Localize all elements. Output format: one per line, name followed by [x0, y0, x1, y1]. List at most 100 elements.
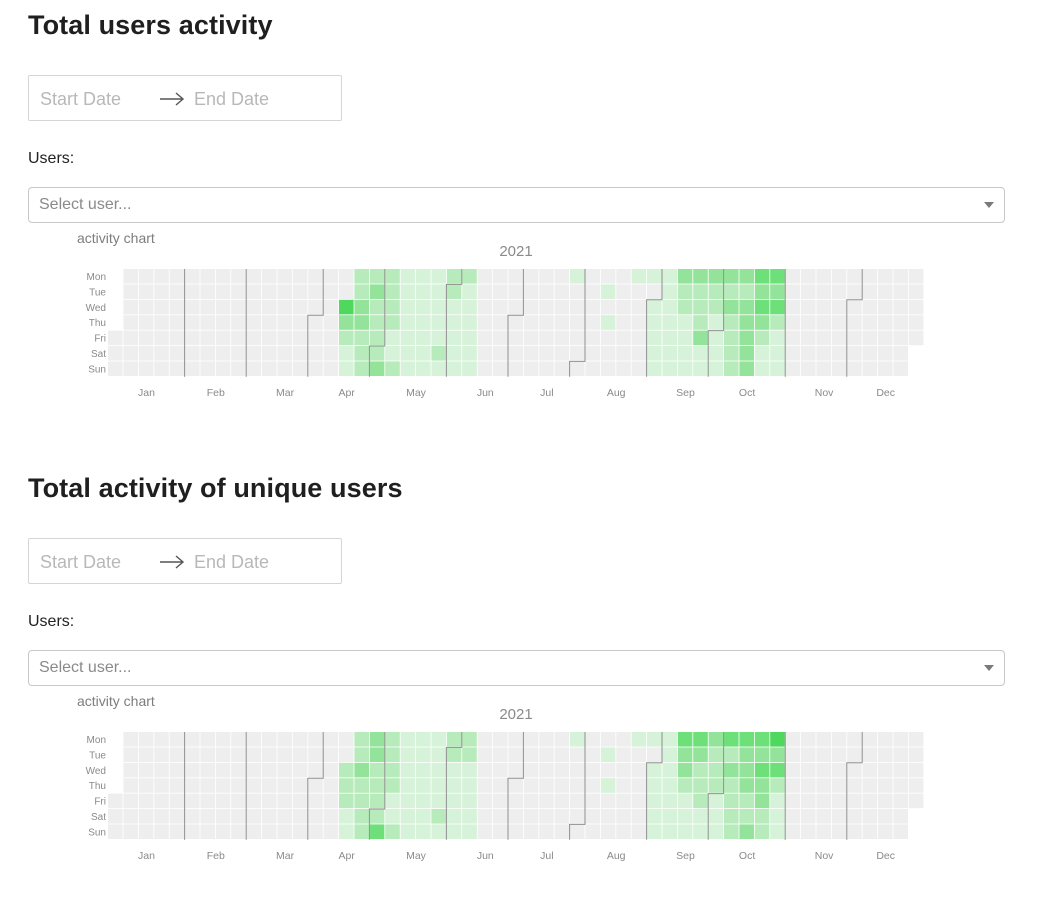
- day-cell: [754, 732, 770, 747]
- day-cell: [354, 762, 369, 778]
- day-cell: [262, 809, 277, 824]
- day-cell: [339, 732, 354, 747]
- day-cell: [616, 809, 631, 824]
- day-cell: [262, 361, 277, 376]
- day-cell: [493, 330, 508, 346]
- day-cell: [339, 809, 354, 824]
- month-label: Feb: [207, 387, 225, 399]
- day-cell: [277, 824, 292, 839]
- day-cell: [431, 346, 446, 361]
- day-cell: [770, 330, 785, 346]
- day-cell: [554, 284, 570, 299]
- day-cell: [246, 284, 262, 299]
- day-cell: [169, 299, 185, 315]
- month-label: Apr: [339, 387, 356, 399]
- day-cell: [677, 361, 693, 376]
- month-label: Aug: [607, 850, 626, 862]
- day-cell: [831, 361, 847, 376]
- day-cell: [831, 824, 847, 839]
- day-cell: [308, 269, 323, 284]
- day-cell: [754, 269, 770, 284]
- day-cell: [431, 299, 446, 315]
- day-cell: [400, 809, 416, 824]
- day-cell: [277, 330, 292, 346]
- day-cell: [693, 330, 708, 346]
- day-cell: [416, 330, 431, 346]
- day-cell: [308, 346, 323, 361]
- day-cell: [662, 778, 677, 793]
- day-cell: [616, 824, 631, 839]
- day-cell: [385, 762, 400, 778]
- day-cell: [292, 824, 308, 839]
- day-cell: [600, 269, 616, 284]
- day-cell: [308, 315, 323, 330]
- day-cell: [508, 315, 523, 330]
- month-label: Sep: [676, 850, 695, 862]
- day-cell: [416, 809, 431, 824]
- day-cell: [570, 732, 585, 747]
- day-cell: [185, 747, 200, 762]
- day-cell: [570, 747, 585, 762]
- day-cell: [277, 346, 292, 361]
- day-cell: [539, 284, 554, 299]
- day-cell: [862, 269, 878, 284]
- day-cell: [878, 346, 893, 361]
- day-cell: [677, 762, 693, 778]
- day-cell: [462, 315, 477, 330]
- day-cell: [878, 269, 893, 284]
- day-cell: [739, 762, 754, 778]
- day-cell: [462, 778, 477, 793]
- day-cell: [185, 284, 200, 299]
- month-label: Dec: [876, 850, 895, 862]
- day-cell: [908, 747, 924, 762]
- day-cell: [831, 809, 847, 824]
- day-cell: [431, 762, 446, 778]
- day-cell: [292, 361, 308, 376]
- day-cell: [200, 315, 215, 330]
- day-cell: [138, 824, 154, 839]
- weekday-label: Wed: [86, 766, 106, 777]
- day-cell: [662, 269, 677, 284]
- day-cell: [369, 284, 385, 299]
- day-cell: [801, 330, 816, 346]
- day-cell: [169, 330, 185, 346]
- day-cell: [754, 284, 770, 299]
- day-cell: [600, 809, 616, 824]
- day-cell: [708, 747, 724, 762]
- day-cell: [754, 778, 770, 793]
- day-cell: [462, 330, 477, 346]
- day-cell: [215, 269, 231, 284]
- day-cell: [354, 793, 369, 809]
- month-label: Dec: [876, 387, 895, 399]
- day-cell: [400, 361, 416, 376]
- day-cell: [508, 284, 523, 299]
- day-cell: [708, 299, 724, 315]
- day-cell: [831, 732, 847, 747]
- day-cell: [292, 299, 308, 315]
- day-cell: [323, 315, 339, 330]
- day-cell: [493, 824, 508, 839]
- day-cell: [400, 284, 416, 299]
- day-cell: [246, 762, 262, 778]
- day-cell: [431, 732, 446, 747]
- day-cell: [200, 824, 215, 839]
- day-cell: [400, 732, 416, 747]
- day-cell: [231, 284, 246, 299]
- day-cell: [339, 747, 354, 762]
- day-cell: [416, 284, 431, 299]
- day-cell: [831, 793, 847, 809]
- day-cell: [123, 299, 138, 315]
- day-cell: [277, 747, 292, 762]
- day-cell: [554, 330, 570, 346]
- day-cell: [770, 284, 785, 299]
- day-cell: [539, 269, 554, 284]
- day-cell: [369, 732, 385, 747]
- day-cell: [354, 269, 369, 284]
- day-cell: [585, 747, 600, 762]
- day-cell: [770, 762, 785, 778]
- day-cell: [908, 778, 924, 793]
- day-cell: [523, 361, 539, 376]
- day-cell: [693, 762, 708, 778]
- day-cell: [893, 762, 908, 778]
- day-cell: [816, 793, 831, 809]
